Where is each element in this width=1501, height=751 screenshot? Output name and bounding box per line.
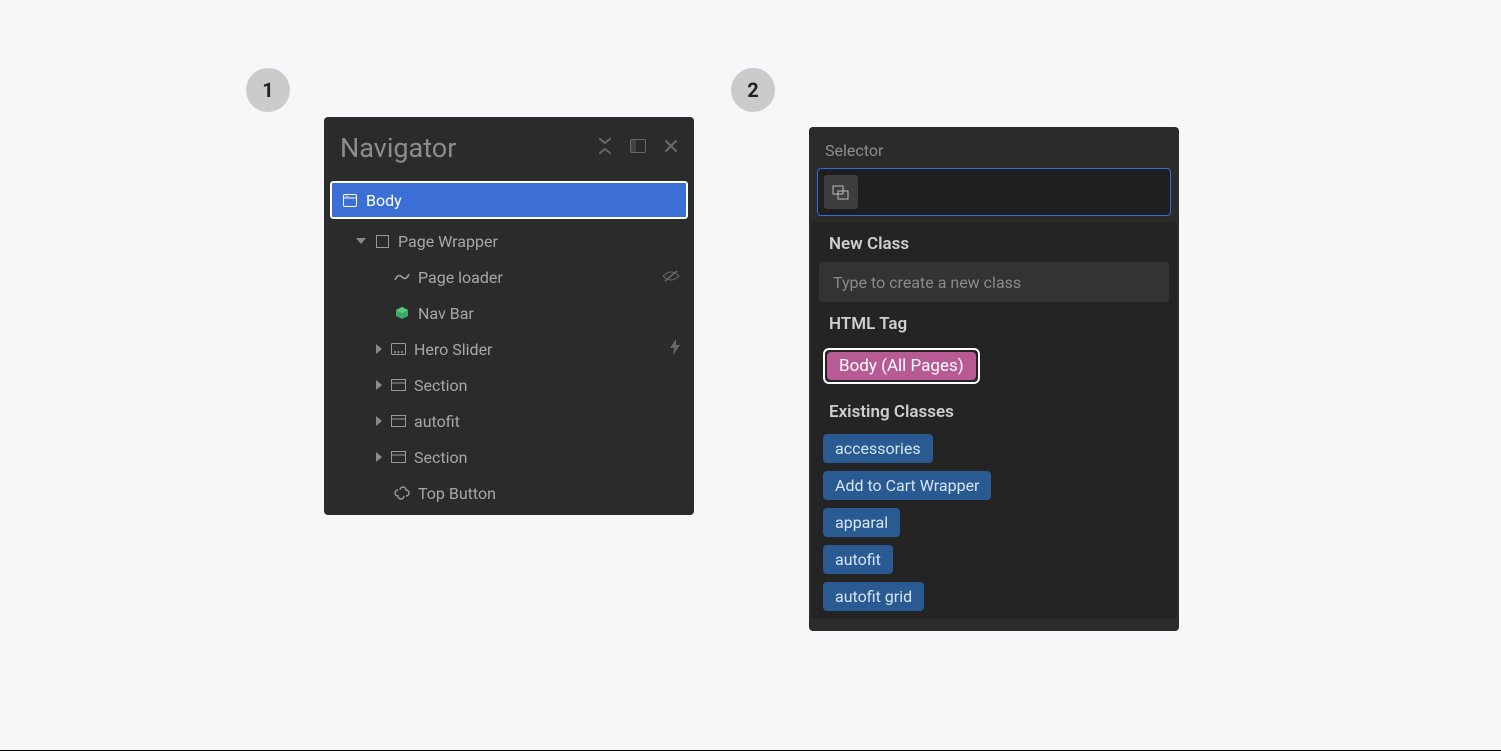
component-icon [394,305,410,321]
caret-right-icon[interactable] [376,344,382,354]
lottie-icon [394,269,410,285]
new-class-input[interactable]: Type to create a new class [819,262,1169,302]
body-icon [342,192,358,208]
inheritance-icon[interactable] [824,175,858,209]
class-chip[interactable]: apparal [823,508,900,537]
selector-dropdown: New Class Type to create a new class HTM… [811,222,1177,619]
class-chip[interactable]: autofit grid [823,582,924,611]
html-tag-chip[interactable]: Body (All Pages) [827,352,976,380]
panel-layout-icon[interactable] [630,139,646,157]
container-icon [374,233,390,249]
navigator-controls [598,138,678,158]
tree-item-label: Section [414,376,467,395]
class-chip[interactable]: Add to Cart Wrapper [823,471,991,500]
tree-item-label: Hero Slider [414,340,492,359]
tree-item-label: Section [414,448,467,467]
selector-panel: Selector New Class Type to create a new … [809,127,1179,631]
caret-right-icon[interactable] [376,380,382,390]
tree-item-hero-slider[interactable]: Hero Slider [328,331,690,367]
tree-item-body[interactable]: Body [330,181,688,219]
html-tag-highlight: Body (All Pages) [823,348,980,384]
new-class-heading: New Class [811,222,1177,262]
tree-item-label: Body [366,191,402,210]
tree-item-nav-bar[interactable]: Nav Bar [328,295,690,331]
tree-item-section-1[interactable]: Section [328,367,690,403]
caret-down-icon[interactable] [356,238,366,244]
class-chip[interactable]: autofit [823,545,893,574]
tree-item-label: Page loader [418,268,503,287]
html-tag-heading: HTML Tag [811,302,1177,342]
tree-item-section-2[interactable]: Section [328,439,690,475]
tree-item-autofit[interactable]: autofit [328,403,690,439]
class-chip[interactable]: accessories [823,434,933,463]
link-icon [394,485,410,501]
tree-item-label: Page Wrapper [398,232,498,251]
navigator-panel: Navigator Body Page Wrapper [324,117,694,515]
navigator-header: Navigator [324,117,694,179]
tree-item-top-button[interactable]: Top Button [328,475,690,511]
navigator-title: Navigator [340,132,456,164]
step-badge-1: 1 [246,68,290,112]
hidden-icon[interactable] [662,268,680,287]
interaction-icon[interactable] [670,339,680,359]
close-icon[interactable] [664,139,678,157]
section-icon [390,413,406,429]
collapse-vertical-icon[interactable] [598,138,612,158]
tree-item-label: autofit [414,412,460,431]
tree-item-label: Top Button [418,484,496,503]
selector-input[interactable] [817,168,1171,216]
step-badge-2: 2 [731,68,775,112]
caret-right-icon[interactable] [376,416,382,426]
section-icon [390,449,406,465]
tree-item-page-wrapper[interactable]: Page Wrapper [328,223,690,259]
selector-label: Selector [809,127,1179,168]
navigator-tree: Body Page Wrapper Page loader Nav Ba [324,181,694,515]
caret-right-icon[interactable] [376,452,382,462]
slider-icon [390,341,406,357]
section-icon [390,377,406,393]
existing-classes-list: accessories Add to Cart Wrapper apparal … [811,430,1177,611]
tree-item-page-loader[interactable]: Page loader [328,259,690,295]
existing-classes-heading: Existing Classes [811,390,1177,430]
tree-item-label: Nav Bar [418,304,474,323]
new-class-placeholder: Type to create a new class [833,273,1021,292]
